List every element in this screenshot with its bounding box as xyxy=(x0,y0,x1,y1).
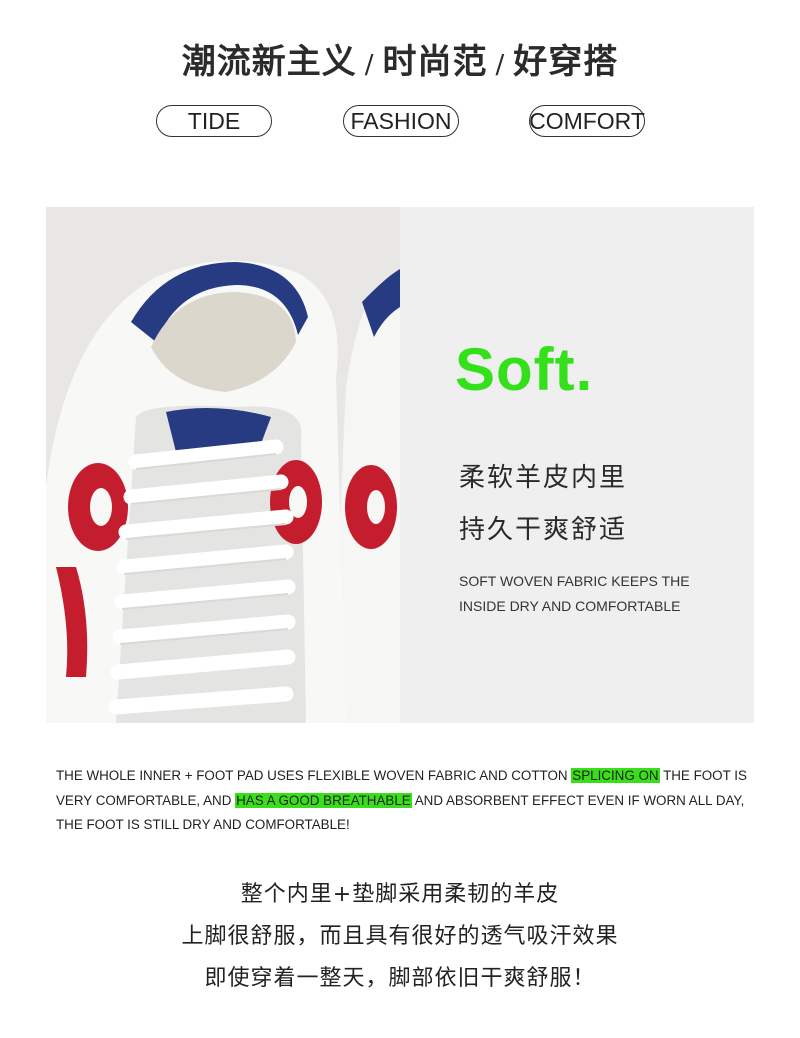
cn-description-line: 上脚很舒服，而且具有很好的透气吸汗效果 xyxy=(181,924,619,949)
feature-title: Soft. xyxy=(455,336,594,403)
sneaker-illustration xyxy=(46,207,400,723)
tag-fashion: FASHION xyxy=(343,105,459,137)
feature-en-line-1: SOFT WOVEN FABRIC KEEPS THE xyxy=(459,573,690,589)
feature-info: Soft. 柔软羊皮内里 持久干爽舒适 SOFT WOVEN FABRIC KE… xyxy=(400,207,754,723)
description-paragraph: THE WHOLE INNER + FOOT PAD USES FLEXIBLE… xyxy=(56,764,756,838)
headline-part-1: 潮流新主义 xyxy=(181,42,357,82)
feature-cn-line-2: 持久干爽舒适 xyxy=(459,515,628,545)
headline: 潮流新主义 / 时尚范 / 好穿搭 xyxy=(0,34,800,83)
headline-separator: / xyxy=(364,50,375,80)
headline-part-2: 时尚范 xyxy=(382,42,488,82)
feature-en-line-2: INSIDE DRY AND COMFORTABLE xyxy=(459,598,681,614)
cn-description-line: 即使穿着一整天，脚部依旧干爽舒服！ xyxy=(204,966,596,991)
description-highlight: SPLICING ON xyxy=(571,768,660,783)
headline-separator: / xyxy=(495,50,506,80)
headline-part-3: 好穿搭 xyxy=(513,42,619,82)
cn-description-line: 整个内里+垫脚采用柔韧的羊皮 xyxy=(240,882,560,907)
cn-description: 整个内里+垫脚采用柔韧的羊皮 上脚很舒服，而且具有很好的透气吸汗效果 即使穿着一… xyxy=(0,874,800,1000)
tag-tide: TIDE xyxy=(156,105,272,137)
description-highlight: HAS A GOOD BREATHABLE xyxy=(235,792,412,808)
feature-panel: Soft. 柔软羊皮内里 持久干爽舒适 SOFT WOVEN FABRIC KE… xyxy=(46,207,754,723)
sneaker-photo xyxy=(46,207,400,723)
description-text: THE WHOLE INNER + FOOT PAD USES FLEXIBLE… xyxy=(56,768,572,783)
tag-comfort: COMFORT xyxy=(529,105,645,137)
feature-cn-line-1: 柔软羊皮内里 xyxy=(459,463,628,493)
